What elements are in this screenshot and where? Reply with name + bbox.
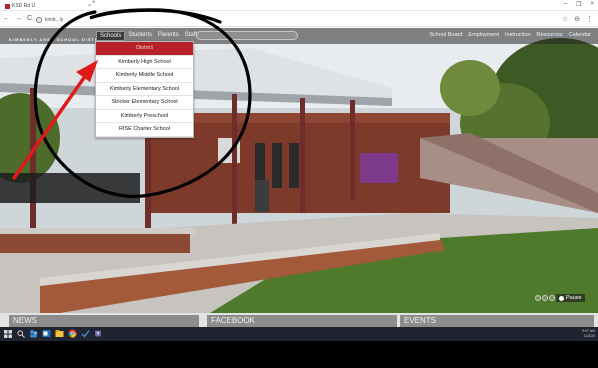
system-tray-clock[interactable]: 9:07 AM 11/3/20 bbox=[582, 329, 595, 339]
dropdown-item-kimberly-preschool[interactable]: Kimberly Preschool bbox=[96, 110, 193, 123]
district-favicon-icon bbox=[5, 3, 10, 9]
slide-dot-3[interactable] bbox=[549, 295, 555, 301]
site-info-icon[interactable]: i bbox=[36, 16, 42, 23]
new-tab-icon[interactable]: + bbox=[92, 0, 96, 6]
chrome-icon[interactable] bbox=[68, 329, 77, 338]
forward-icon[interactable]: → bbox=[15, 15, 22, 22]
nav-school-board[interactable]: School Board bbox=[429, 32, 462, 38]
browser-nav-buttons: ← → C bbox=[3, 15, 32, 22]
dropdown-item-kimberly-middle[interactable]: Kimberly Middle School bbox=[96, 69, 193, 83]
dropdown-item-rise-charter[interactable]: RISE Charter School bbox=[96, 123, 193, 137]
district-logo-text[interactable]: KIMBERLY AREA SCHOOL DISTRICT bbox=[9, 37, 108, 42]
nav-resources[interactable]: Resources bbox=[536, 32, 562, 38]
pause-icon bbox=[559, 295, 564, 301]
back-icon[interactable]: ← bbox=[3, 15, 10, 22]
site-header: KIMBERLY AREA SCHOOL DISTRICT Schools St… bbox=[0, 28, 598, 44]
url-text: kimb...ly bbox=[45, 16, 64, 23]
browser-toolbar-icons: ☆ ⊖ ⋮ bbox=[562, 15, 593, 23]
screen: KSD Rd U × + – ❐ × ← → C i kimb...ly ☆ ⊖… bbox=[0, 0, 598, 368]
dropdown-item-kimberly-elementary[interactable]: Kimberly Elementary School bbox=[96, 83, 193, 96]
tray-date: 11/3/20 bbox=[583, 334, 595, 338]
taskbar-icons bbox=[3, 329, 103, 338]
tab-close-icon[interactable]: × bbox=[88, 3, 91, 9]
nav-students[interactable]: Students bbox=[125, 31, 155, 41]
windows-taskbar: 9:07 AM 11/3/20 bbox=[0, 327, 598, 341]
minimize-icon[interactable]: – bbox=[564, 1, 567, 8]
utility-nav: School Board Employment Instruction Reso… bbox=[429, 32, 591, 38]
reload-icon[interactable]: C bbox=[27, 15, 32, 22]
search-icon[interactable] bbox=[16, 329, 25, 338]
teams-icon[interactable] bbox=[94, 329, 103, 338]
nav-employment[interactable]: Employment bbox=[468, 32, 499, 38]
nav-calendar[interactable]: Calendar bbox=[569, 32, 591, 38]
maximize-icon[interactable]: ❐ bbox=[576, 1, 581, 8]
dropdown-item-district[interactable]: District bbox=[96, 42, 193, 56]
nav-schools[interactable]: Schools bbox=[96, 31, 126, 41]
section-news[interactable]: NEWS bbox=[9, 315, 199, 327]
browser-address-bar: ← → C i kimb...ly ☆ ⊖ ⋮ bbox=[0, 12, 598, 27]
section-events[interactable]: EVENTS bbox=[400, 315, 594, 327]
browser-tab[interactable]: KSD Rd U × bbox=[3, 1, 91, 11]
slideshow-controls: Pause bbox=[535, 294, 585, 302]
dropdown-item-kimberly-high[interactable]: Kimberly High School bbox=[96, 56, 193, 69]
windows-start-icon[interactable] bbox=[3, 329, 12, 338]
dropdown-item-stricker-elementary[interactable]: Stricker Elementary School bbox=[96, 96, 193, 110]
section-facebook[interactable]: FACEBOOK bbox=[207, 315, 397, 327]
menu-kebab-icon[interactable]: ⋮ bbox=[586, 15, 593, 23]
site-search-input[interactable] bbox=[196, 31, 298, 40]
pause-label: Pause bbox=[566, 295, 582, 301]
window-controls: – ❐ × bbox=[564, 1, 594, 8]
close-window-icon[interactable]: × bbox=[590, 1, 594, 8]
checkmark-app-icon[interactable] bbox=[81, 329, 90, 338]
nav-parents[interactable]: Parents bbox=[155, 31, 182, 41]
bookmark-star-icon[interactable]: ☆ bbox=[562, 15, 568, 23]
slide-dot-2[interactable] bbox=[542, 295, 548, 301]
file-explorer-icon[interactable] bbox=[55, 329, 64, 338]
outlook-icon[interactable] bbox=[42, 329, 51, 338]
url-field[interactable]: i kimb...ly bbox=[36, 15, 296, 24]
website-viewport: KIMBERLY AREA SCHOOL DISTRICT Schools St… bbox=[0, 28, 598, 313]
schools-dropdown-menu: District Kimberly High School Kimberly M… bbox=[95, 41, 194, 138]
slide-dot-1[interactable] bbox=[535, 295, 541, 301]
pause-button[interactable]: Pause bbox=[556, 294, 585, 302]
people-app-icon[interactable] bbox=[29, 329, 38, 338]
tab-title: KSD Rd U bbox=[12, 3, 36, 9]
profile-icon[interactable]: ⊖ bbox=[574, 15, 580, 23]
browser-tab-bar: KSD Rd U × + – ❐ × bbox=[0, 0, 598, 11]
hero-photo-school-courtyard bbox=[0, 28, 598, 313]
nav-instruction[interactable]: Instruction bbox=[505, 32, 530, 38]
bottom-sections: NEWS FACEBOOK EVENTS bbox=[0, 313, 598, 327]
main-nav: Schools Students Parents Staff bbox=[96, 31, 200, 41]
screen-bottom-border bbox=[0, 341, 598, 368]
